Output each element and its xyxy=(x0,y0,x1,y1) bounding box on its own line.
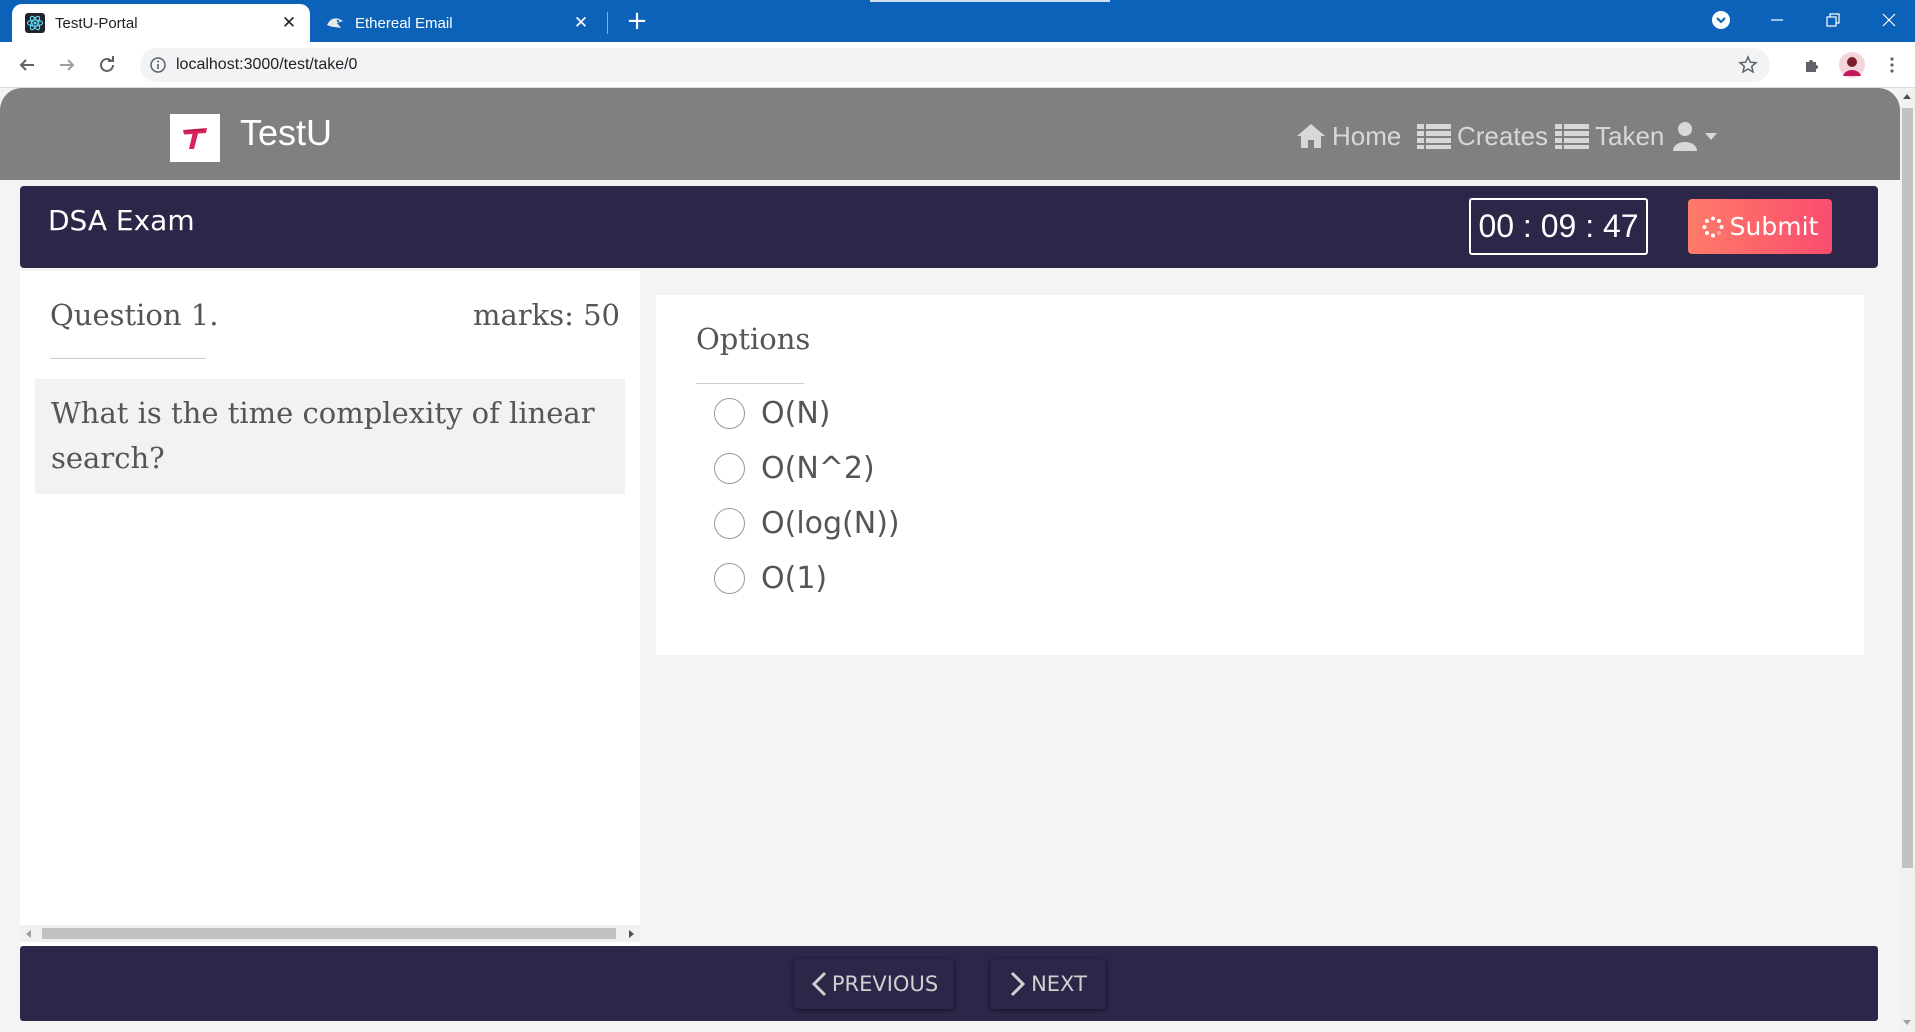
nav-taken-link[interactable]: Taken xyxy=(1555,118,1664,154)
option-item[interactable]: O(1) xyxy=(714,558,827,598)
tab-separator xyxy=(607,12,608,34)
previous-button[interactable]: PREVIOUS xyxy=(794,959,954,1009)
tab-testu-portal[interactable]: TestU-Portal ✕ xyxy=(12,4,310,42)
scroll-left-icon[interactable] xyxy=(26,930,31,938)
testu-logo-icon[interactable] xyxy=(170,114,220,162)
next-button[interactable]: NEXT xyxy=(990,959,1106,1009)
question-marks: marks: 50 xyxy=(473,298,620,332)
divider xyxy=(696,383,804,384)
divider xyxy=(50,358,206,359)
options-panel: Options O(N) O(N^2) O(log(N)) O(1) xyxy=(656,295,1864,655)
browser-menu-icon[interactable] xyxy=(1878,51,1906,79)
nav-creates-link[interactable]: Creates xyxy=(1417,118,1548,154)
previous-label: PREVIOUS xyxy=(831,972,939,996)
submit-label: Submit xyxy=(1729,212,1819,241)
vertical-scrollbar[interactable] xyxy=(1900,88,1915,1032)
tab-ethereal-email[interactable]: Ethereal Email ✕ xyxy=(312,4,602,42)
user-icon xyxy=(1673,122,1697,151)
question-navigation-bar: PREVIOUS NEXT xyxy=(20,946,1878,1021)
profile-avatar[interactable] xyxy=(1838,51,1866,79)
caret-down-icon xyxy=(1705,133,1717,140)
nav-home-link[interactable]: Home xyxy=(1296,118,1401,154)
option-radio[interactable] xyxy=(714,452,745,484)
new-tab-button[interactable]: + xyxy=(623,7,651,35)
close-tab-icon[interactable]: ✕ xyxy=(570,12,592,34)
horizontal-scrollbar[interactable] xyxy=(20,925,640,942)
nav-home-label: Home xyxy=(1332,120,1402,151)
forward-arrow-icon[interactable] xyxy=(53,51,81,79)
option-label: O(N^2) xyxy=(761,450,875,486)
site-info-icon[interactable] xyxy=(149,56,167,74)
scroll-right-icon[interactable] xyxy=(629,930,634,938)
reload-icon[interactable] xyxy=(93,51,121,79)
url-bar[interactable]: localhost:3000/test/take/0 xyxy=(140,48,1770,82)
home-icon xyxy=(1297,124,1325,148)
tab-search-icon[interactable] xyxy=(1696,0,1746,40)
list-icon xyxy=(1555,124,1589,149)
option-item[interactable]: O(N) xyxy=(714,393,830,433)
scroll-up-icon[interactable] xyxy=(1903,94,1911,99)
next-label: NEXT xyxy=(1031,972,1087,996)
question-text: What is the time complexity of linear se… xyxy=(35,379,625,494)
scroll-down-icon[interactable] xyxy=(1903,1020,1911,1025)
option-radio[interactable] xyxy=(714,562,745,594)
spinner-icon xyxy=(1702,216,1724,237)
options-heading: Options xyxy=(696,322,811,356)
minimize-icon[interactable] xyxy=(1752,0,1802,40)
tab-strip-indicator xyxy=(870,0,1110,2)
option-label: O(log(N)) xyxy=(761,505,900,541)
chevron-left-icon xyxy=(811,971,826,997)
bookmark-star-icon[interactable] xyxy=(1738,55,1758,75)
tab-title: Ethereal Email xyxy=(355,14,453,32)
browser-tab-strip: TestU-Portal ✕ Ethereal Email ✕ + xyxy=(0,0,1915,42)
close-window-icon[interactable] xyxy=(1864,0,1914,40)
close-tab-icon[interactable]: ✕ xyxy=(278,12,300,34)
extensions-puzzle-icon[interactable] xyxy=(1798,51,1826,79)
back-arrow-icon[interactable] xyxy=(13,51,41,79)
option-label: O(1) xyxy=(761,560,828,596)
brand-name[interactable]: TestU xyxy=(240,112,332,154)
site-navbar: TestU Home Creates Taken xyxy=(0,88,1900,180)
nav-creates-label: Creates xyxy=(1457,120,1549,151)
react-favicon-icon xyxy=(25,13,45,33)
option-item[interactable]: O(log(N)) xyxy=(714,503,900,543)
option-label: O(N) xyxy=(761,395,831,431)
question-number: Question 1. xyxy=(50,298,219,332)
exam-title: DSA Exam xyxy=(48,204,195,237)
nav-taken-label: Taken xyxy=(1595,120,1665,151)
exam-header: DSA Exam 00 : 09 : 47 Submit xyxy=(20,186,1878,268)
scrollbar-thumb[interactable] xyxy=(42,928,616,939)
countdown-timer: 00 : 09 : 47 xyxy=(1469,198,1648,255)
option-radio[interactable] xyxy=(714,397,745,429)
url-text: localhost:3000/test/take/0 xyxy=(176,56,358,73)
submit-button[interactable]: Submit xyxy=(1688,199,1832,254)
chevron-right-icon xyxy=(1011,971,1026,997)
scrollbar-thumb[interactable] xyxy=(1902,108,1913,868)
option-item[interactable]: O(N^2) xyxy=(714,448,875,488)
restore-icon[interactable] xyxy=(1808,0,1858,40)
tab-title: TestU-Portal xyxy=(55,14,138,32)
option-radio[interactable] xyxy=(714,507,745,539)
page: TestU Home Creates Taken DSA Exam 00 : 0… xyxy=(0,88,1900,1032)
list-icon xyxy=(1417,124,1451,149)
address-toolbar: localhost:3000/test/take/0 xyxy=(0,42,1915,88)
user-menu-dropdown[interactable] xyxy=(1672,118,1724,154)
question-panel: Question 1. marks: 50 What is the time c… xyxy=(20,271,640,1011)
ethereal-favicon-icon xyxy=(325,13,345,33)
